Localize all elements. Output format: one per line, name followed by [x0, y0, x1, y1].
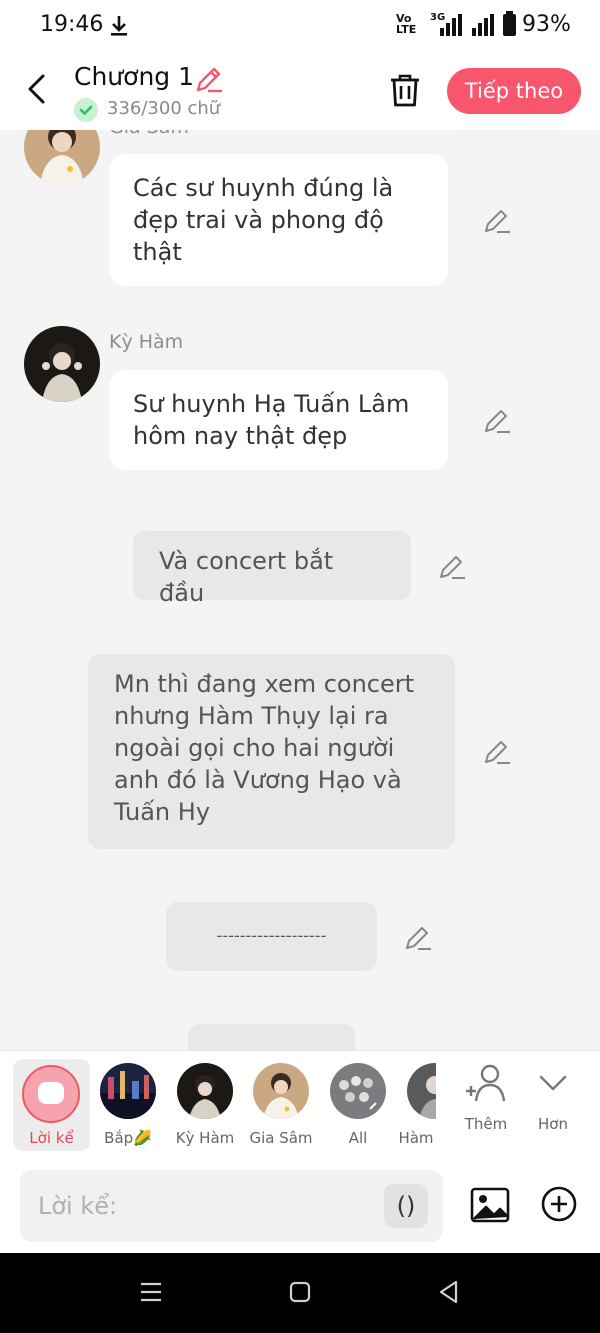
character-bap[interactable]: Bắp🌽 [89, 1051, 167, 1161]
home-icon[interactable] [287, 1279, 313, 1305]
edit-icon[interactable] [483, 406, 511, 434]
more-label: Hơn [538, 1115, 568, 1133]
add-character-button[interactable]: Thêm [451, 1063, 521, 1133]
character-gia-sam[interactable]: Gia Sâm [242, 1051, 320, 1161]
chat-bubble-icon [38, 1082, 64, 1104]
message-bubble[interactable]: Sư huynh Hạ Tuấn Lâm hôm nay thật đẹp [109, 370, 448, 470]
narration-bubble[interactable]: Mn thì đang xem concert nhưng Hàm Thụy l… [88, 654, 455, 849]
back-arrow-icon[interactable] [22, 72, 52, 106]
battery-percent: 93% [522, 12, 571, 37]
chevron-down-icon [539, 1075, 567, 1091]
back-nav-icon[interactable] [436, 1279, 462, 1305]
narration-bubble[interactable]: Và concert bắt đầu [133, 531, 411, 607]
chat-area[interactable]: Gia Sâm Các sư huynh đúng là đẹp trai và… [0, 130, 600, 1050]
volte-indicator: Vo LTE [396, 12, 417, 36]
narration-bubble[interactable]: ------------------- [166, 902, 377, 971]
expand-button[interactable]: Hơn [518, 1063, 588, 1133]
signal-icon-2 [472, 14, 494, 36]
parentheses-button[interactable]: () [384, 1184, 428, 1228]
edit-icon[interactable] [483, 206, 511, 234]
character-label: Lời kể [29, 1129, 74, 1147]
avatar-gia-sam[interactable] [24, 130, 100, 185]
edit-icon[interactable] [483, 737, 511, 765]
message-bubble[interactable]: Các sư huynh đúng là đẹp trai và phong đ… [109, 154, 448, 286]
narration-input[interactable] [38, 1188, 368, 1224]
text-input-container: () [20, 1170, 443, 1242]
avatar-ky-ham[interactable] [24, 326, 100, 402]
add-person-icon [466, 1064, 506, 1102]
character-ky-ham[interactable]: Kỳ Hàm [166, 1051, 244, 1161]
download-icon [111, 16, 127, 36]
battery-icon [503, 11, 516, 36]
word-count: 336/300 chữ [107, 98, 221, 119]
character-narrator[interactable]: Lời kể [13, 1059, 90, 1151]
edit-icon[interactable] [438, 552, 466, 580]
status-time: 19:46 [40, 12, 104, 37]
edit-icon[interactable] [404, 923, 432, 951]
character-label: Hàm [398, 1129, 434, 1147]
signal-icon [440, 14, 462, 36]
status-bar: 19:46 Vo LTE 3G 93% [0, 0, 600, 52]
system-nav-bar [0, 1253, 600, 1333]
character-all[interactable]: All [319, 1051, 397, 1161]
character-label: Gia Sâm [249, 1129, 313, 1147]
character-bar: Lời kể Bắp🌽 Kỳ Hàm Gia Sâm All Hàm Thêm … [0, 1050, 600, 1160]
next-button[interactable]: Tiếp theo [447, 68, 581, 114]
narration-bubble-partial[interactable] [188, 1024, 355, 1050]
chapter-title: Chương 1 [74, 62, 195, 91]
sender-name: Gia Sâm [109, 130, 189, 138]
character-label: All [348, 1129, 368, 1147]
image-icon[interactable] [470, 1185, 510, 1225]
character-label: Bắp🌽 [104, 1129, 152, 1147]
check-icon [74, 98, 98, 122]
trash-icon[interactable] [388, 72, 422, 108]
sender-name: Kỳ Hàm [109, 331, 184, 353]
character-label: Kỳ Hàm [175, 1129, 235, 1147]
edit-title-icon[interactable] [194, 64, 224, 94]
add-icon[interactable] [540, 1185, 578, 1223]
character-ham[interactable]: Hàm [396, 1051, 436, 1161]
menu-icon[interactable] [138, 1279, 164, 1305]
add-label: Thêm [464, 1115, 508, 1133]
input-bar: () [0, 1160, 600, 1253]
header: Chương 1 336/300 chữ Tiếp theo [0, 52, 600, 130]
